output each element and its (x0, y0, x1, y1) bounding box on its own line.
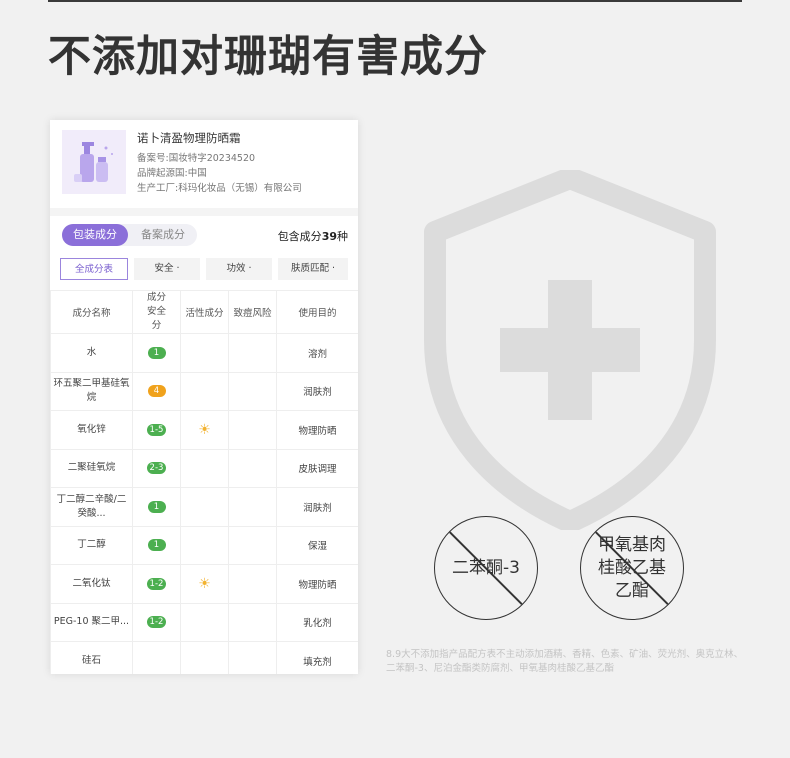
acne-risk-cell (228, 487, 277, 527)
col-purpose-header: 使用目的 (276, 290, 358, 334)
product-origin: 品牌起源国:中国 (137, 168, 207, 179)
purpose-cell: 保湿 (276, 525, 358, 565)
table-row[interactable]: 二氧化钛 1-2 ☀ 物理防晒 (50, 564, 358, 604)
safety-score-cell: 1 (132, 333, 181, 373)
no-add-label: 二苯酮-3 (452, 557, 520, 578)
tab-filed-ingredients[interactable]: 备案成分 (132, 224, 194, 246)
product-header: 诺卜清盈物理防晒霜 备案号:国妆特字20234520 品牌起源国:中国 生产工厂… (50, 120, 358, 208)
active-ingredient-cell (180, 448, 229, 488)
ingredient-name[interactable]: 丁二醇 (50, 525, 133, 565)
table-row[interactable]: PEG-10 聚二甲... 1-2 乳化剂 (50, 602, 358, 642)
col-acne-header: 致痘风险 (228, 290, 277, 334)
ingredient-name[interactable]: 丁二醇二辛酸/二癸酸... (50, 487, 133, 527)
tab-package-ingredients[interactable]: 包装成分 (62, 224, 128, 246)
ingredient-name[interactable]: 氧化锌 (50, 410, 133, 450)
purpose-cell: 溶剂 (276, 333, 358, 373)
active-ingredient-cell (180, 371, 229, 411)
table-row[interactable]: 丁二醇二辛酸/二癸酸... 1 润肤剂 (50, 487, 358, 527)
product-factory: 生产工厂:科玛化妆品（无锡）有限公司 (137, 183, 302, 194)
safety-score-badge: 4 (147, 385, 166, 398)
no-cinnamate-icon: 甲氧基肉桂酸乙基乙酯 (580, 516, 684, 620)
page-title: 不添加对珊瑚有害成分 (48, 32, 488, 82)
active-ingredient-cell (180, 602, 229, 642)
filter-skin-match[interactable]: 肤质匹配 · (278, 258, 348, 280)
top-divider (48, 0, 742, 2)
ingredient-card: 诺卜清盈物理防晒霜 备案号:国妆特字20234520 品牌起源国:中国 生产工厂… (50, 120, 358, 674)
table-row[interactable]: 水 1 溶剂 (50, 333, 358, 373)
safety-score-cell: 2-3 (132, 448, 181, 488)
active-ingredient-cell (180, 333, 229, 373)
footnote: 8.9大不添加指产品配方表不主动添加酒精、香精、色素、矿油、荧光剂、奥克立林、二… (386, 649, 744, 674)
active-ingredient-cell (180, 525, 229, 565)
ingredient-tabs: 包装成分 备案成分 (62, 224, 197, 246)
table-row[interactable]: 氧化锌 1-5 ☀ 物理防晒 (50, 410, 358, 450)
safety-score-badge: 2-3 (146, 462, 167, 475)
active-ingredient-cell: ☀ (180, 564, 229, 604)
product-record-number: 备案号:国妆特字20234520 (137, 153, 256, 164)
no-benzophenone-icon: 二苯酮-3 (434, 516, 538, 620)
table-row[interactable]: 二聚硅氧烷 2-3 皮肤调理 (50, 448, 358, 488)
ingredient-name[interactable]: PEG-10 聚二甲... (50, 602, 133, 642)
purpose-cell: 物理防晒 (276, 564, 358, 604)
safety-score-cell: 1-5 (132, 410, 181, 450)
ingredient-name[interactable]: 环五聚二甲基硅氧烷 (50, 371, 133, 411)
ingredient-table: 成分名称 成分安全分 活性成分 致痘风险 使用目的 水 1 溶剂环五聚二甲基硅氧烷 4… (50, 290, 358, 674)
acne-risk-cell (228, 333, 277, 373)
safety-score-cell: 1-2 (132, 564, 181, 604)
acne-risk-cell (228, 602, 277, 642)
purpose-cell: 润肤剂 (276, 371, 358, 411)
sun-icon: ☀ (198, 421, 211, 438)
safety-score-cell: 1 (132, 525, 181, 565)
sun-icon: ☀ (198, 575, 211, 592)
purpose-cell: 乳化剂 (276, 602, 358, 642)
safety-score-cell (132, 641, 181, 674)
purpose-cell: 润肤剂 (276, 487, 358, 527)
filter-all-ingredients[interactable]: 全成分表 (60, 258, 128, 280)
active-ingredient-cell (180, 487, 229, 527)
no-add-label: 甲氧基肉桂酸乙基乙酯 (598, 534, 666, 601)
safety-score-badge: 1-2 (146, 616, 167, 629)
safety-score-badge: 1-2 (146, 577, 167, 590)
product-name: 诺卜清盈物理防晒霜 (137, 131, 241, 145)
col-active-header: 活性成分 (180, 290, 229, 334)
safety-score-cell: 1-2 (132, 602, 181, 642)
safety-score-cell: 1 (132, 487, 181, 527)
section-gap (50, 208, 358, 216)
safety-score-badge: 1-5 (146, 423, 167, 436)
acne-risk-cell (228, 564, 277, 604)
col-name-header: 成分名称 (50, 290, 133, 334)
ingredient-name[interactable]: 硅石 (50, 641, 133, 674)
active-ingredient-cell (180, 641, 229, 674)
safety-score-badge: 1 (147, 539, 166, 552)
safety-score-cell: 4 (132, 371, 181, 411)
acne-risk-cell (228, 448, 277, 488)
safety-score-badge: 1 (147, 500, 166, 513)
acne-risk-cell (228, 410, 277, 450)
acne-risk-cell (228, 525, 277, 565)
ingredient-name[interactable]: 水 (50, 333, 133, 373)
col-safety-header: 成分安全分 (132, 290, 181, 334)
table-row[interactable]: 硅石 填充剂 (50, 641, 358, 674)
acne-risk-cell (228, 641, 277, 674)
cosmetic-bottles-icon (62, 130, 126, 194)
shield-cross-icon (420, 167, 720, 533)
purpose-cell: 皮肤调理 (276, 448, 358, 488)
table-row[interactable]: 丁二醇 1 保湿 (50, 525, 358, 565)
purpose-cell: 物理防晒 (276, 410, 358, 450)
ingredient-total: 包含成分39种 (277, 230, 348, 243)
table-header-row: 成分名称 成分安全分 活性成分 致痘风险 使用目的 (50, 290, 358, 334)
safety-score-badge: 1 (147, 346, 166, 359)
purpose-cell: 填充剂 (276, 641, 358, 674)
ingredient-name[interactable]: 二氧化钛 (50, 564, 133, 604)
acne-risk-cell (228, 371, 277, 411)
active-ingredient-cell: ☀ (180, 410, 229, 450)
filter-safety[interactable]: 安全 · (134, 258, 200, 280)
filter-efficacy[interactable]: 功效 · (206, 258, 272, 280)
table-row[interactable]: 环五聚二甲基硅氧烷 4 润肤剂 (50, 371, 358, 411)
ingredient-name[interactable]: 二聚硅氧烷 (50, 448, 133, 488)
